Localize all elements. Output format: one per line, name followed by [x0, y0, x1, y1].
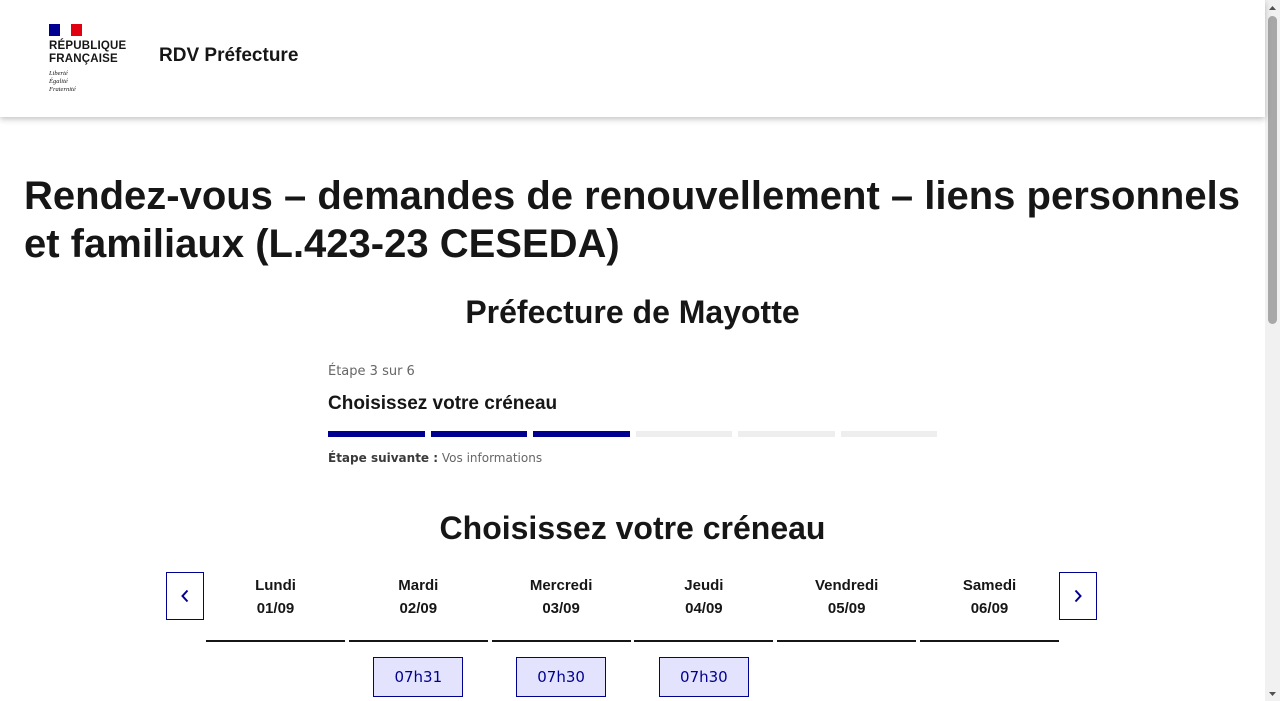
step-segment [738, 431, 835, 437]
day-name: Samedi [962, 577, 1017, 594]
site-header: République Française Liberté Égalité Fra… [0, 0, 1265, 117]
time-slot-button[interactable]: 07h30 [516, 657, 607, 697]
step-segment [328, 431, 425, 437]
day-date: 01/09 [256, 600, 295, 617]
day-column-header: Samedi 06/09 [920, 572, 1059, 642]
step-progress-bar [328, 431, 937, 437]
day-column-header: Vendredi 05/09 [777, 572, 917, 642]
day-date: 06/09 [970, 600, 1009, 617]
scrollbar-thumb[interactable] [1268, 16, 1277, 324]
step-segment [533, 431, 630, 437]
logo-name: République Française [49, 40, 127, 65]
day-date: 05/09 [827, 600, 866, 617]
page-title: Rendez-vous – demandes de renouvellement… [24, 174, 1240, 266]
chevron-right-icon [1074, 589, 1082, 603]
scroll-up-arrow-icon[interactable] [1265, 0, 1280, 15]
day-name: Mercredi [529, 577, 593, 594]
day-date: 03/09 [542, 600, 580, 617]
chevron-left-icon [181, 589, 189, 603]
page-scrollbar[interactable] [1265, 0, 1280, 701]
next-step: Étape suivante : Vos informations [328, 451, 937, 465]
step-title: Choisissez votre créneau [328, 393, 558, 414]
next-step-value: Vos informations [441, 451, 543, 465]
previous-week-button[interactable] [166, 572, 204, 620]
day-date: 02/09 [399, 600, 438, 617]
day-column-header: Mardi 02/09 [348, 572, 488, 642]
day-name: Lundi [255, 577, 296, 594]
step-state: Étape 3 sur 6 [328, 364, 415, 379]
step-segment [635, 431, 732, 437]
republique-francaise-logo[interactable]: République Française Liberté Égalité Fra… [49, 24, 139, 94]
day-name: Vendredi [815, 577, 879, 594]
next-step-label: Étape suivante : [328, 451, 439, 465]
stepper: Étape 3 sur 6 Choisissez votre créneau É… [328, 362, 937, 465]
time-slot-button[interactable]: 07h31 [373, 657, 464, 697]
day-column-header: Jeudi 04/09 [634, 572, 774, 642]
day-date: 04/09 [685, 600, 723, 617]
time-slot-button[interactable]: 07h30 [658, 657, 749, 697]
step-segment [430, 431, 527, 437]
day-name: Mardi [398, 577, 439, 594]
day-name: Jeudi [684, 577, 724, 594]
slots-title: Choisissez votre créneau [439, 510, 826, 546]
step-segment [840, 431, 937, 437]
french-flag-icon [49, 24, 82, 36]
service-title[interactable]: RDV Préfecture [159, 45, 298, 67]
next-week-button[interactable] [1059, 572, 1097, 620]
day-column-header: Lundi 01/09 [206, 572, 345, 642]
scroll-down-arrow-icon[interactable] [1265, 686, 1280, 701]
prefecture-title: Préfecture de Mayotte [465, 294, 800, 330]
day-column-header: Mercredi 03/09 [491, 572, 631, 642]
logo-motto: Liberté Égalité Fraternité [49, 70, 76, 93]
